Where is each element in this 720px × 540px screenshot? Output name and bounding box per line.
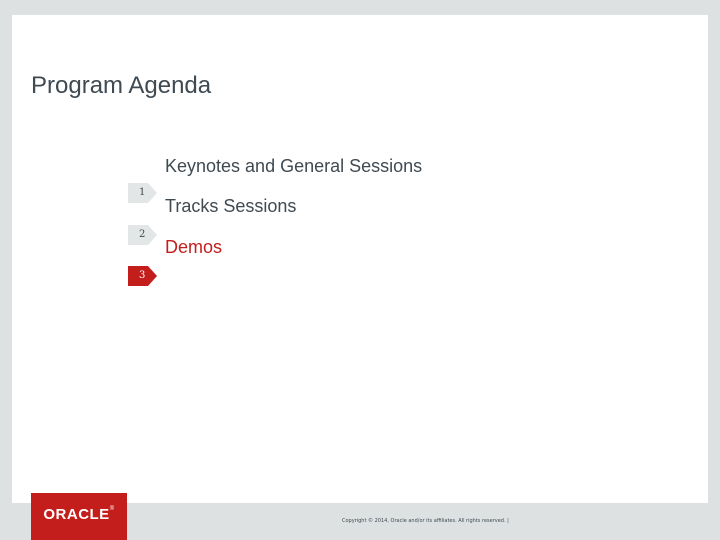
copyright-notice: Copyright © 2014, Oracle and/or its affi…	[342, 518, 509, 524]
agenda-item-tracks: Tracks Sessions	[165, 196, 297, 216]
registered-mark: ®	[109, 506, 115, 512]
oracle-logo: ORACLE®	[31, 493, 127, 540]
oracle-logo-text: ORACLE®	[31, 506, 127, 523]
agenda-item-demos: Demos	[165, 237, 223, 257]
agenda-marker-2: 2	[128, 225, 157, 245]
agenda-marker-1: 1	[128, 183, 157, 203]
agenda-item-keynotes: Keynotes and General Sessions	[165, 156, 423, 176]
oracle-logo-word: ORACLE	[43, 506, 110, 523]
agenda-marker-3: 3	[128, 266, 157, 286]
slide-title: Program Agenda	[31, 72, 212, 99]
